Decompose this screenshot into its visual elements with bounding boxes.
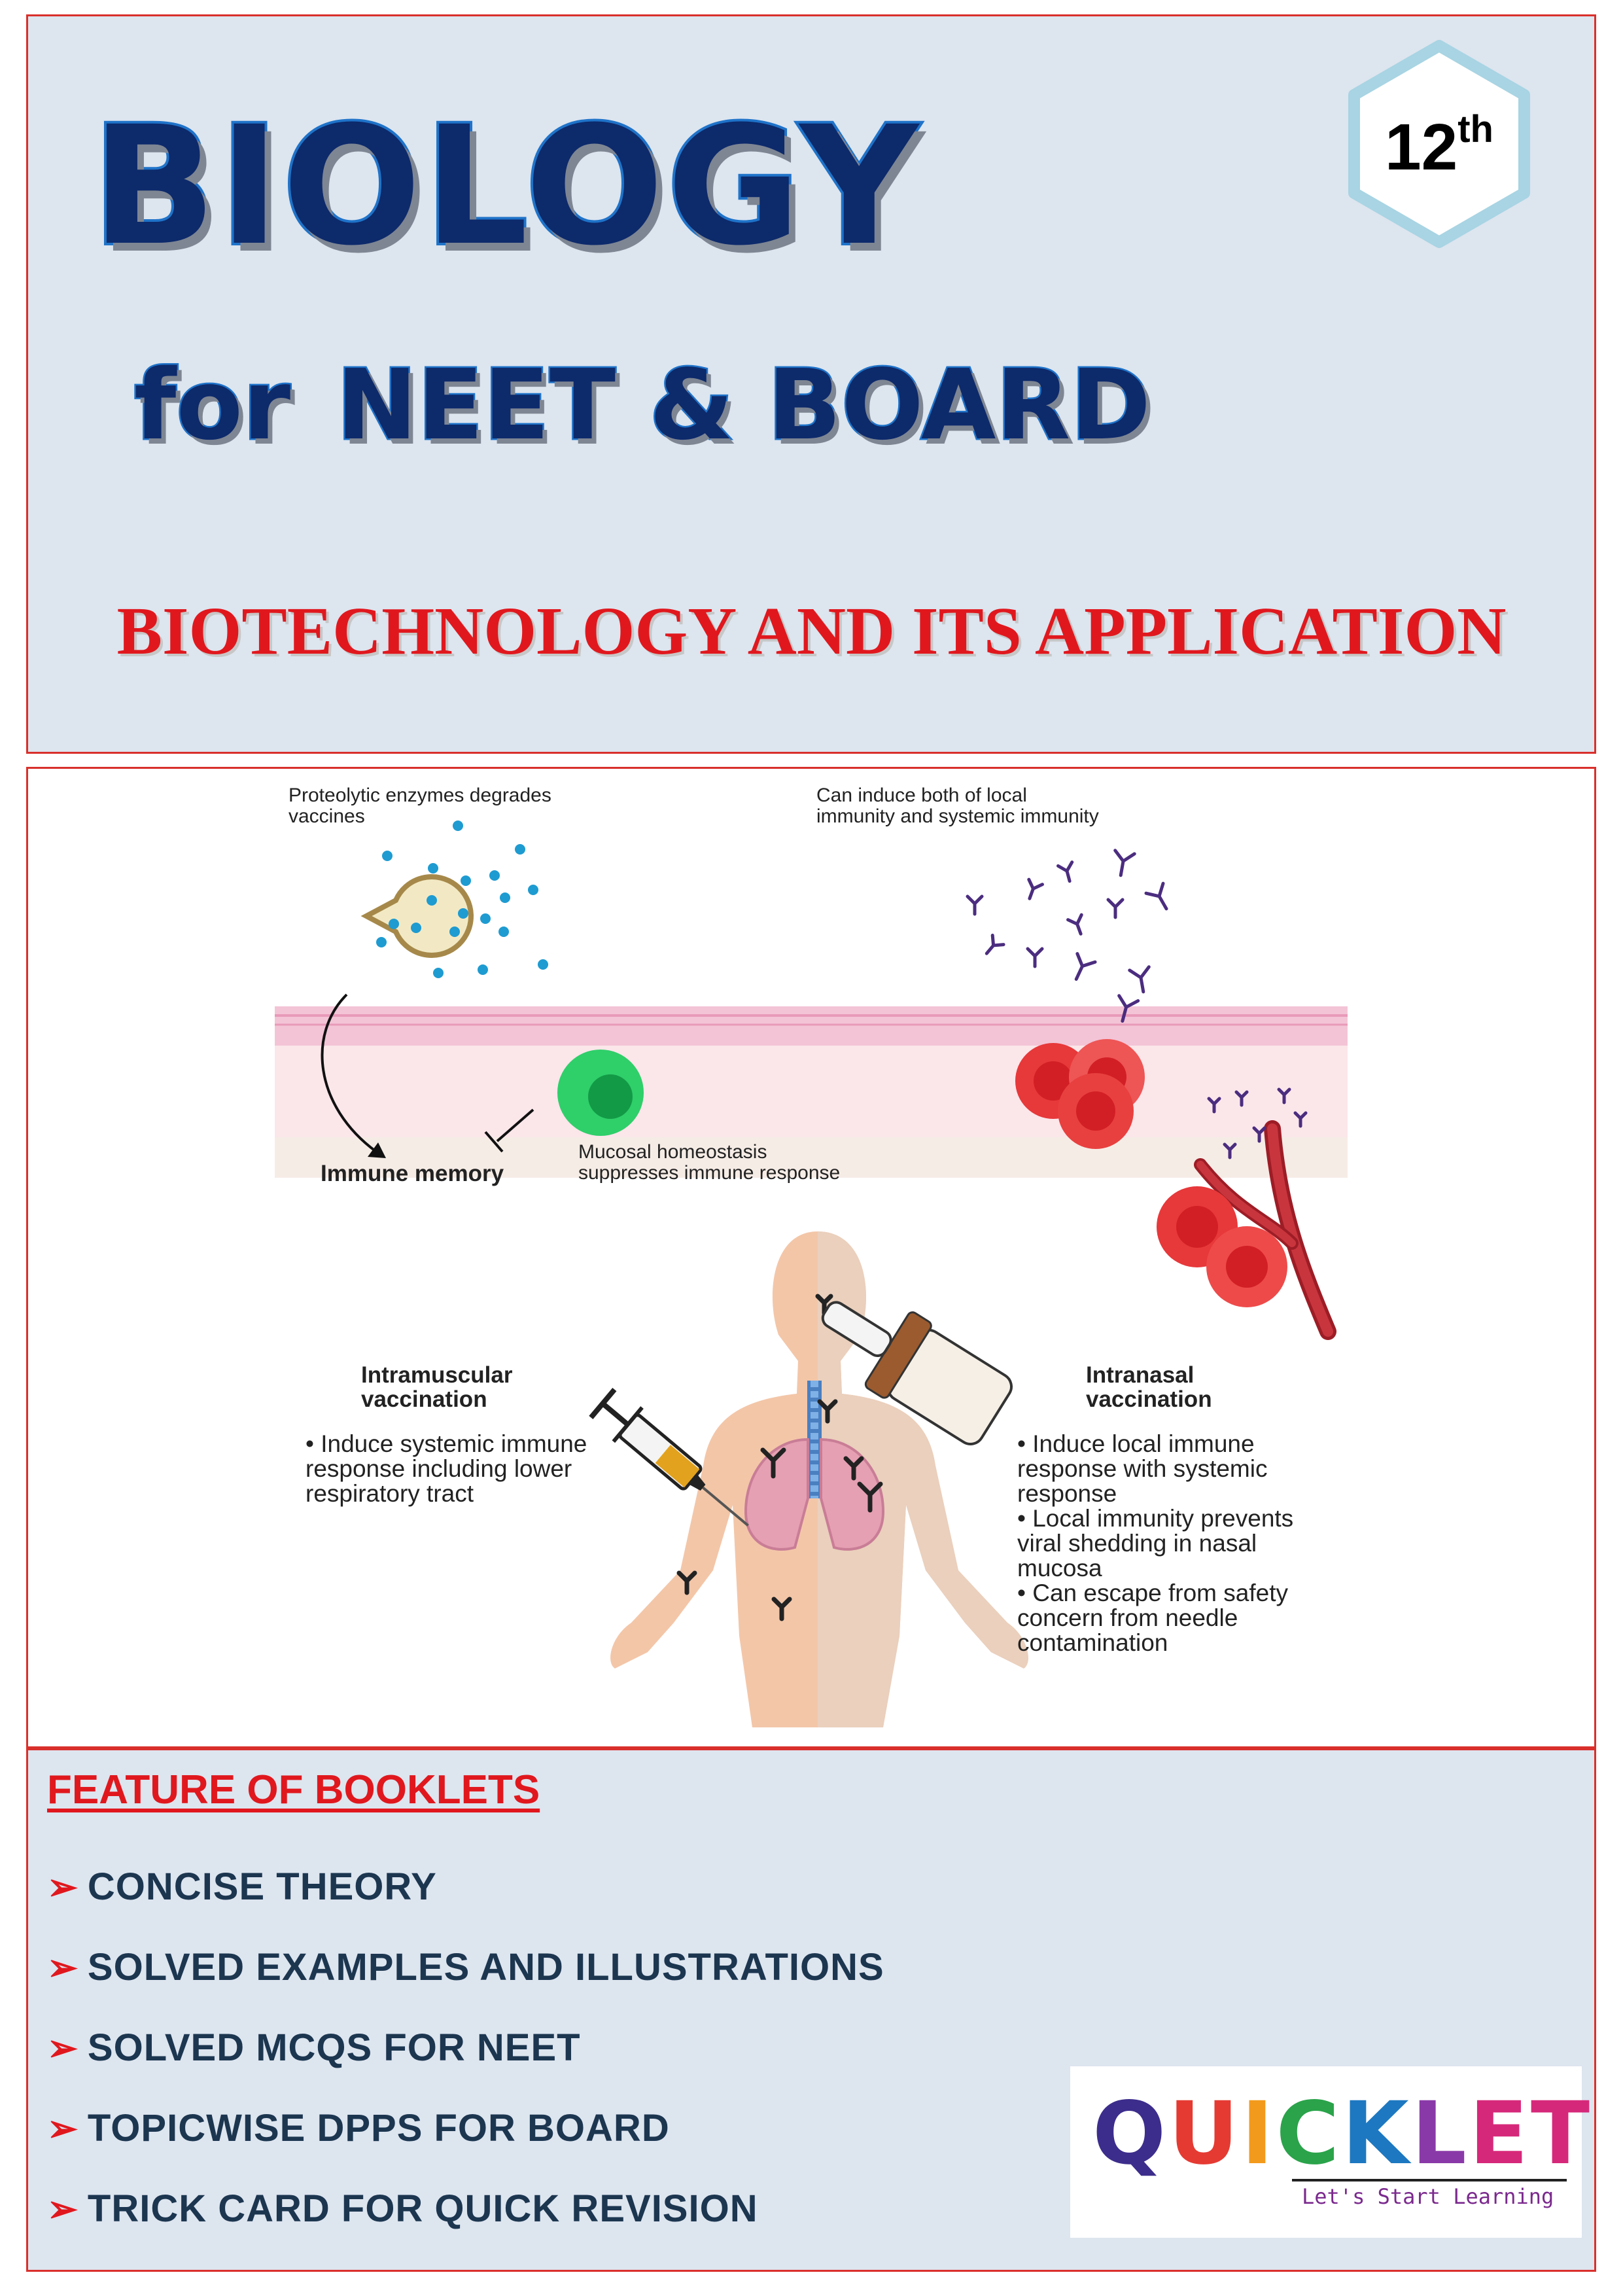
immune-memory-label: Immune memory (321, 1161, 504, 1186)
intramuscular-bullets: • Induce systemic immune response includ… (305, 1430, 587, 1507)
feature-item: ➢ TOPICWISE DPPS FOR BOARD (47, 2107, 670, 2149)
proteolytic-caption: Proteolytic enzymes degrades vaccines (288, 785, 551, 827)
intranasal-title: Intranasal vaccination (1086, 1362, 1212, 1412)
arrow-bullet-icon: ➢ (47, 2026, 79, 2068)
logo-underline (1292, 2179, 1567, 2181)
feature-item: ➢ SOLVED MCQS FOR NEET (47, 2026, 581, 2069)
local-systemic-caption: Can induce both of local immunity and sy… (816, 785, 1099, 827)
intramuscular-title: Intramuscular vaccination (361, 1362, 513, 1412)
feature-item: ➢ CONCISE THEORY (47, 1865, 437, 1908)
feature-item: ➢ TRICK CARD FOR QUICK REVISION (47, 2187, 758, 2230)
arrow-bullet-icon: ➢ (47, 2187, 79, 2229)
intranasal-bullets: • Induce local immune response with syst… (1017, 1430, 1294, 1656)
logo-wordmark: QUICKLET (1092, 2083, 1593, 2184)
mucosal-homeostasis-caption: Mucosal homeostasis suppresses immune re… (578, 1141, 841, 1184)
green-immune-cell-icon (557, 1050, 644, 1136)
feature-item: ➢ SOLVED EXAMPLES AND ILLUSTRATIONS (47, 1946, 884, 1988)
logo-tagline: Let's Start Learning (1302, 2184, 1554, 2209)
arrow-bullet-icon: ➢ (47, 1865, 79, 1907)
features-heading: FEATURE OF BOOKLETS (47, 1767, 540, 1812)
arrow-bullet-icon: ➢ (47, 2107, 79, 2149)
arrow-bullet-icon: ➢ (47, 1946, 79, 1988)
